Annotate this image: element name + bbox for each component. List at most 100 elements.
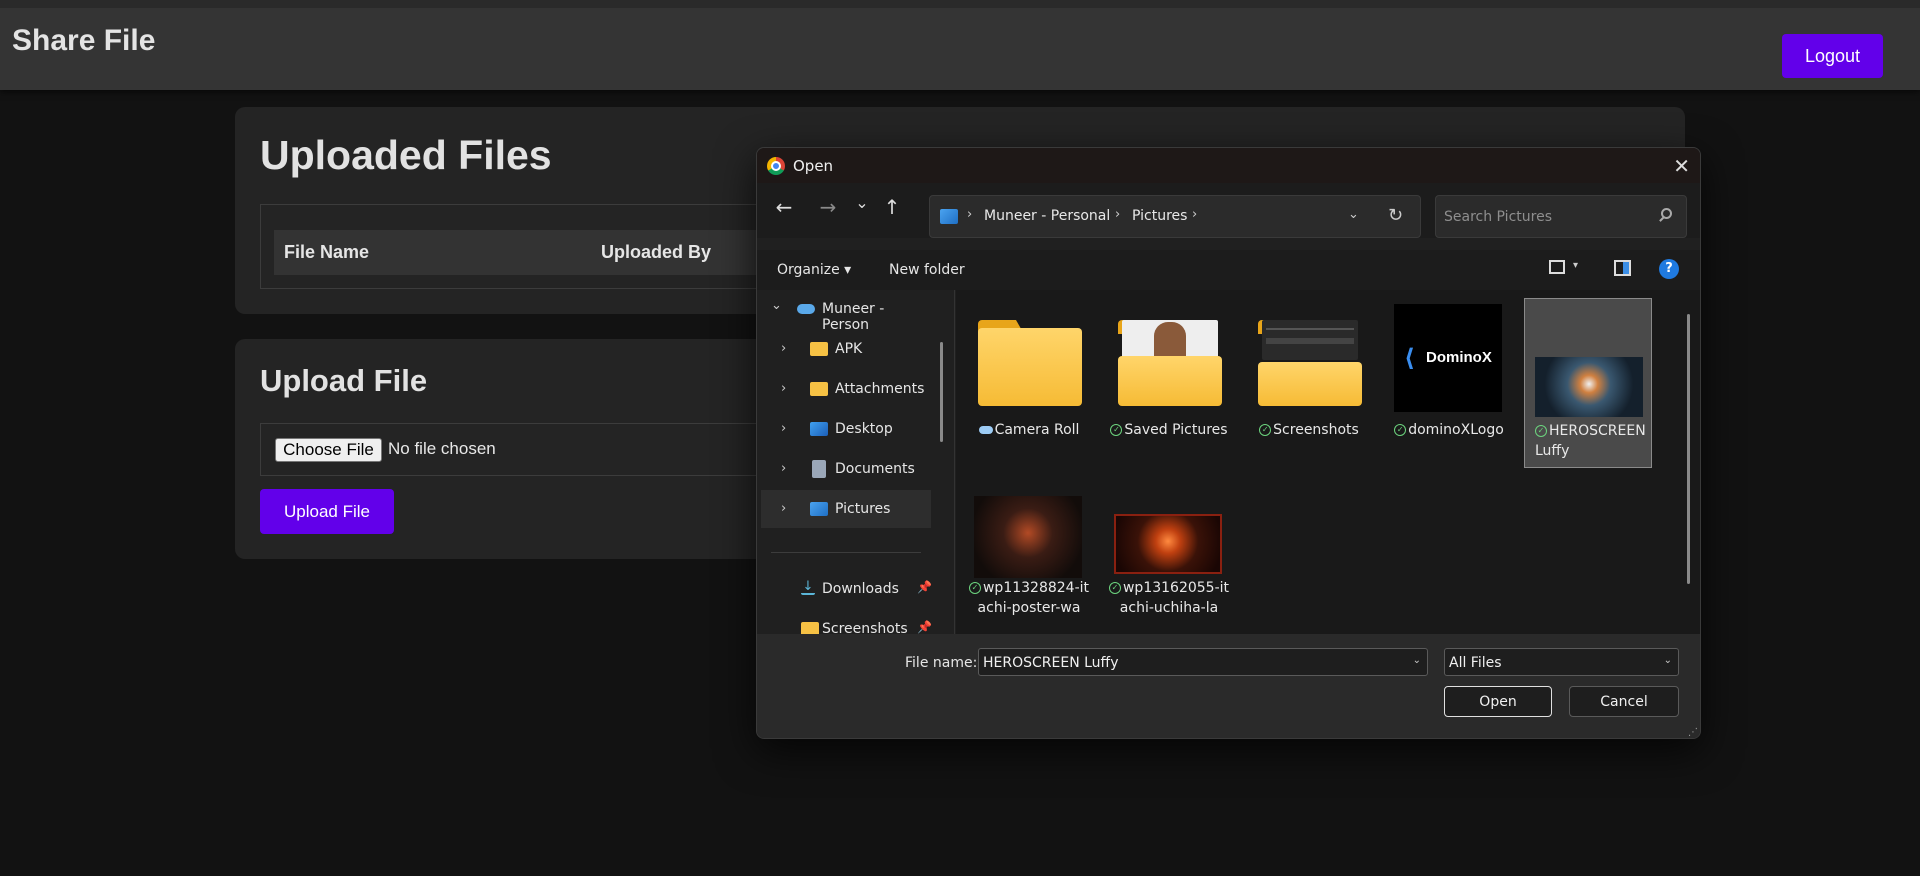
nav-item-attachments[interactable]: › Attachments [761, 370, 931, 408]
choose-file-button[interactable]: Choose File [275, 438, 382, 462]
expand-chevron-icon[interactable]: › [781, 501, 786, 516]
navigation-pane: ⌄ Muneer - Person › APK › Attachments › … [757, 290, 955, 637]
file-type-select[interactable]: All Files ⌄ [1444, 648, 1679, 676]
upload-file-title: Upload File [260, 363, 428, 398]
up-arrow-icon[interactable]: ↑ [877, 195, 907, 219]
file-item-screenshots[interactable]: ✓ Screenshots [1244, 298, 1372, 468]
organize-menu[interactable]: Organize ▾ [777, 262, 851, 278]
dominox-logo-text: DominoX [1426, 349, 1492, 366]
forward-arrow-icon[interactable]: → [813, 195, 843, 219]
nav-item-apk[interactable]: › APK [761, 330, 931, 368]
dominox-logo-icon: ⟨ [1404, 344, 1415, 372]
close-icon[interactable]: ✕ [1673, 154, 1690, 178]
column-uploaded-by: Uploaded By [601, 242, 712, 262]
synced-check-icon: ✓ [1108, 582, 1121, 594]
dialog-title: Open [793, 157, 834, 175]
help-icon[interactable]: ? [1659, 259, 1679, 279]
search-icon [1661, 208, 1672, 219]
logout-button[interactable]: Logout [1782, 34, 1883, 78]
search-pictures-input[interactable]: Search Pictures [1435, 195, 1687, 238]
file-name-label: File name: [905, 655, 978, 671]
dialog-footer: File name: HEROSCREEN Luffy ⌄ All Files … [757, 634, 1700, 738]
change-view-icon[interactable] [1549, 260, 1565, 274]
file-item-label: wp11328824-itachi-poster-wa [977, 580, 1090, 616]
navigation-pane-scrollbar[interactable] [940, 342, 943, 442]
folder-icon [1254, 304, 1362, 412]
luffy-thumbnail [1535, 305, 1643, 417]
cancel-button[interactable]: Cancel [1569, 686, 1679, 717]
folder-icon [1114, 304, 1222, 412]
pictures-icon [810, 502, 828, 516]
nav-item-downloads[interactable]: ↓ Downloads 📌 [761, 570, 932, 608]
nav-item-label: Pictures [835, 501, 891, 517]
file-item-label: Screenshots [1273, 422, 1359, 438]
new-folder-button[interactable]: New folder [889, 262, 965, 278]
app-title: Share File [12, 24, 156, 57]
file-list: Camera Roll ✓ Saved Pictures ✓ Screenshots… [956, 290, 1700, 634]
folder-icon [974, 304, 1082, 412]
dominox-logo-thumbnail: ⟨ DominoX [1394, 304, 1502, 412]
onedrive-cloud-icon [797, 304, 815, 314]
nav-item-desktop[interactable]: › Desktop [761, 410, 931, 448]
expand-chevron-icon[interactable]: › [781, 381, 786, 396]
synced-check-icon: ✓ [1394, 424, 1407, 436]
nav-item-label: Attachments [835, 381, 925, 397]
expand-chevron-icon[interactable]: › [781, 341, 786, 356]
synced-check-icon: ✓ [1110, 424, 1123, 436]
file-name-input[interactable]: HEROSCREEN Luffy ⌄ [978, 648, 1428, 676]
refresh-icon[interactable]: ↻ [1388, 205, 1403, 226]
breadcrumb-pictures[interactable]: Pictures [1132, 208, 1187, 224]
search-placeholder: Search Pictures [1444, 209, 1552, 225]
breadcrumb-separator-icon: › [1192, 207, 1198, 222]
file-type-value: All Files [1449, 655, 1502, 671]
breadcrumb-muneer-personal[interactable]: Muneer - Personal [984, 208, 1110, 224]
breadcrumb-separator-icon: › [1115, 207, 1121, 222]
app-header: Share File Logout [0, 0, 1920, 90]
dialog-command-bar: Organize ▾ New folder ▾ ? [757, 250, 1700, 290]
collapse-chevron-icon[interactable]: ⌄ [771, 298, 782, 313]
nav-item-label: Desktop [835, 421, 893, 437]
synced-check-icon: ✓ [1259, 424, 1272, 436]
dialog-titlebar: Open ✕ [757, 148, 1700, 183]
dialog-navigation-row: ← → ⌄ ↑ › Muneer - Personal › Pictures ›… [757, 183, 1700, 238]
address-dropdown-chevron-icon[interactable]: ⌄ [1348, 207, 1359, 222]
nav-item-pictures[interactable]: › Pictures [761, 490, 931, 528]
view-options-chevron-icon[interactable]: ▾ [1573, 260, 1578, 271]
expand-chevron-icon[interactable]: › [781, 461, 786, 476]
open-button[interactable]: Open [1444, 686, 1552, 717]
uploaded-files-title: Uploaded Files [260, 132, 552, 178]
breadcrumb-separator-icon: › [967, 207, 973, 222]
back-arrow-icon[interactable]: ← [769, 195, 799, 219]
file-item-camera-roll[interactable]: Camera Roll [964, 298, 1092, 468]
column-file-name: File Name [284, 242, 370, 262]
folder-icon [810, 382, 828, 396]
nav-item-documents[interactable]: › Documents [761, 450, 931, 488]
file-item-heroscreen-luffy[interactable]: ✓ HEROSCREEN Luffy [1524, 298, 1652, 468]
file-item-saved-pictures[interactable]: ✓ Saved Pictures [1104, 298, 1232, 468]
cloud-status-icon [978, 426, 993, 434]
file-name-value: HEROSCREEN Luffy [983, 655, 1119, 671]
preview-pane-icon[interactable] [1614, 260, 1631, 276]
file-item-dominoxlogo[interactable]: ⟨ DominoX ✓ dominoXLogo [1384, 298, 1512, 468]
file-item-label: Camera Roll [994, 422, 1080, 438]
nav-item-muneer-personal[interactable]: ⌄ Muneer - Person [761, 290, 931, 333]
nav-item-label: Downloads [822, 581, 899, 597]
resize-grip-icon[interactable]: ⋰ [1688, 727, 1698, 738]
expand-chevron-icon[interactable]: › [781, 421, 786, 436]
file-list-scrollbar[interactable] [1687, 314, 1690, 584]
upload-file-button[interactable]: Upload File [260, 489, 394, 534]
nav-item-label: Documents [835, 461, 915, 477]
address-bar[interactable]: › Muneer - Personal › Pictures › ⌄ ↻ [929, 195, 1421, 238]
nav-item-label: APK [835, 341, 863, 357]
recent-locations-chevron-icon[interactable]: ⌄ [847, 193, 877, 212]
no-file-chosen-text: No file chosen [388, 439, 496, 458]
file-name-dropdown-chevron-icon[interactable]: ⌄ [1413, 655, 1421, 666]
file-item-label: Saved Pictures [1124, 422, 1228, 438]
file-type-dropdown-chevron-icon[interactable]: ⌄ [1664, 655, 1672, 666]
desktop-icon [810, 422, 828, 436]
nav-item-label: Muneer - Person [822, 301, 885, 333]
file-item-label: HEROSCREEN Luffy [1535, 423, 1646, 459]
file-item-label: wp13162055-itachi-uchiha-la [1119, 580, 1230, 616]
folder-icon [810, 342, 828, 356]
file-item-label: dominoXLogo [1408, 422, 1504, 438]
